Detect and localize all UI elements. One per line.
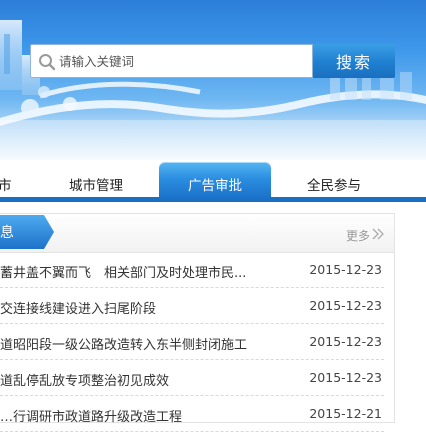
news-item-title: 交连接线建设进入扫尾阶段	[0, 302, 157, 316]
search-box	[30, 44, 313, 78]
search-button[interactable]: 搜索	[313, 44, 395, 78]
double-chevron-right-icon[interactable]	[371, 228, 385, 240]
nav-item-public-participation[interactable]: 全民参与	[307, 174, 361, 194]
news-item-title: 蓄井盖不翼而飞 相关部门及时处理市民...	[0, 266, 247, 280]
nav-item-partial[interactable]: 市	[0, 174, 12, 194]
more-link[interactable]: 更多	[346, 227, 370, 244]
news-item-date: 2015-12-23	[309, 298, 382, 313]
news-panel-header	[0, 214, 394, 253]
news-item-date: 2015-12-21	[309, 406, 382, 421]
nav-item-ad-approval[interactable]: 广告审批	[159, 162, 271, 200]
news-item-title: …行调研市政道路升级改造工程	[0, 410, 183, 424]
news-item[interactable]: …行调研市政道路升级改造工程 2015-12-21	[0, 396, 384, 432]
news-item[interactable]: 道乱停乱放专项整治初见成效 2015-12-23	[0, 360, 384, 396]
news-item-title: 道昭阳段一级公路改造转入东半侧封闭施工	[0, 338, 248, 352]
news-item-date: 2015-12-23	[309, 334, 382, 349]
news-item[interactable]: 交连接线建设进入扫尾阶段 2015-12-23	[0, 288, 384, 324]
search-icon	[39, 54, 56, 71]
news-item-title: 道乱停乱放专项整治初见成效	[0, 374, 170, 388]
news-panel-title: 息	[0, 225, 14, 241]
city-skyline-image	[0, 20, 426, 160]
nav-item-city-management[interactable]: 城市管理	[69, 174, 123, 194]
news-item[interactable]: 道昭阳段一级公路改造转入东半侧封闭施工 2015-12-23	[0, 324, 384, 360]
nav-item-ad-approval-label: 广告审批	[188, 178, 242, 194]
news-item[interactable]: 蓄井盖不翼而飞 相关部门及时处理市民... 2015-12-23	[0, 252, 384, 288]
news-item-date: 2015-12-23	[309, 262, 382, 277]
search-input[interactable]	[59, 49, 309, 73]
header-banner	[0, 0, 426, 160]
news-item-date: 2015-12-23	[309, 370, 382, 385]
